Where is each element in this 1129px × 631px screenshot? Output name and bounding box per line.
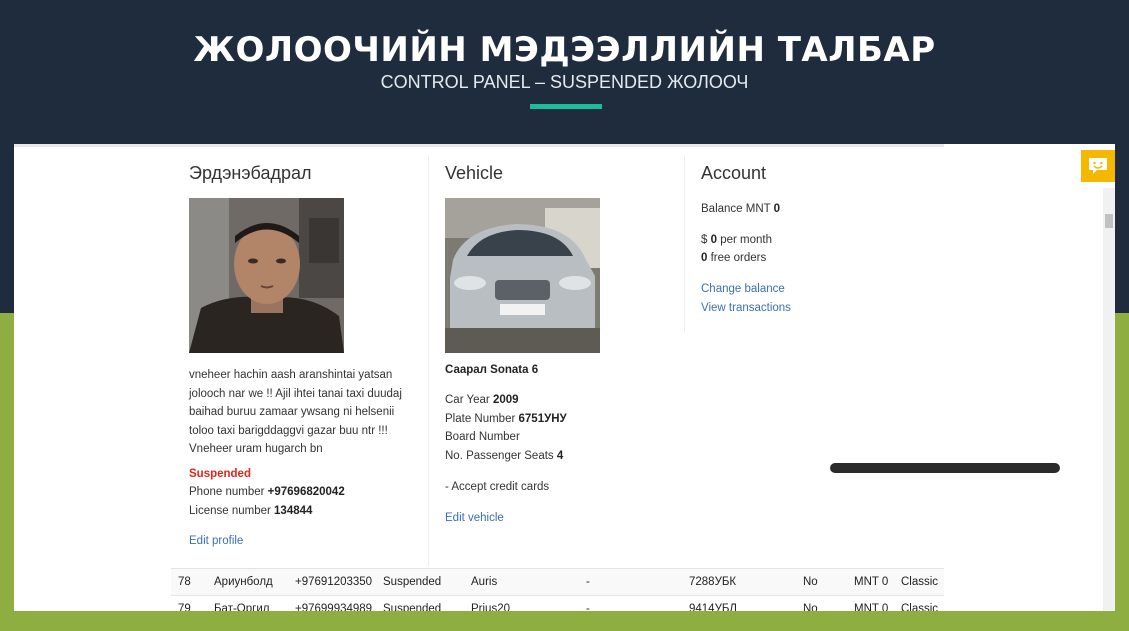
column-divider <box>428 156 429 566</box>
cell-status: Suspended <box>383 603 442 611</box>
plate-row: Plate Number 6751УНУ <box>445 413 567 425</box>
credit-cards-note: - Accept credit cards <box>445 481 550 493</box>
balance-value: 0 <box>773 203 781 215</box>
vehicle-photo <box>445 198 600 353</box>
seats-row: No. Passenger Seats 4 <box>445 450 563 462</box>
license-row: License number 134844 <box>189 505 312 517</box>
top-divider <box>14 144 944 147</box>
bio-line: vneheer hachin aash aranshintai yatsan <box>189 369 393 381</box>
status-badge: Suspended <box>189 468 251 480</box>
title-underline <box>530 104 602 109</box>
cell-status: Suspended <box>383 576 442 588</box>
seats-value: 4 <box>556 450 564 462</box>
vehicle-name: Саарал Sonata 6 <box>445 364 539 376</box>
page-subtitle: CONTROL PANEL – SUSPENDED ЖОЛООЧ <box>380 72 749 92</box>
chat-button[interactable] <box>1081 150 1115 182</box>
balance-row: Balance MNT 0 <box>701 203 780 215</box>
license-label: License number <box>189 505 271 517</box>
phone-label: Phone number <box>189 486 265 498</box>
balance-label: Balance MNT <box>701 203 771 215</box>
seats-label: No. Passenger Seats <box>445 450 554 462</box>
cell-name: Бат-Оргил <box>214 603 270 611</box>
car-year-row: Car Year 2009 <box>445 394 519 406</box>
chat-icon <box>1089 158 1107 174</box>
cell-phone: +97699934989 <box>295 603 373 611</box>
license-value: 134844 <box>274 505 313 517</box>
drivers-table: 78 Ариунболд +97691203350 Suspended Auri… <box>171 568 944 611</box>
bio-line: toloo taxi barigddaggvi gazar buu ntr !!… <box>189 424 388 437</box>
phone-row: Phone number +97696820042 <box>189 486 345 498</box>
cell-id: 79 <box>178 603 191 611</box>
board-number-label: Board Number <box>445 431 520 443</box>
driver-column: Эрдэнэбадрал vneheer hachin aash aranshi… <box>189 154 424 566</box>
car-year-value: 2009 <box>492 394 519 406</box>
cell-credit: No <box>803 576 818 588</box>
free-orders-label: free orders <box>710 252 767 264</box>
cell-balance: MNT 0 <box>854 603 889 611</box>
rate-value: 0 <box>710 234 718 246</box>
vehicle-heading: Vehicle <box>445 163 504 183</box>
cell-id: 78 <box>178 576 191 588</box>
change-balance-link[interactable]: Change balance <box>701 283 785 295</box>
edit-profile-link[interactable]: Edit profile <box>189 535 243 547</box>
cell-model: Auris <box>471 576 498 588</box>
free-orders-value: 0 <box>701 252 708 264</box>
account-heading: Account <box>701 163 767 183</box>
cell-phone: +97691203350 <box>295 576 373 588</box>
cell-credit: No <box>803 603 818 611</box>
cell-dash: - <box>586 603 590 611</box>
cell-plate: 7288УБК <box>689 576 737 588</box>
rate-prefix: $ <box>701 234 708 246</box>
edit-vehicle-link[interactable]: Edit vehicle <box>445 512 504 524</box>
table-row[interactable]: 78 Ариунболд +97691203350 Suspended Auri… <box>171 568 944 595</box>
rate-row: $ 0 per month <box>701 234 772 246</box>
cell-name: Ариунболд <box>214 576 273 588</box>
driver-name: Эрдэнэбадрал <box>189 163 312 183</box>
free-orders-row: 0 free orders <box>701 252 766 264</box>
bio-line: Vneheer uram hugarch bn <box>189 443 323 456</box>
vehicle-column: Vehicle Саарал Sonata 6 Car Year 2009 Pl… <box>445 154 685 566</box>
view-transactions-link[interactable]: View transactions <box>701 302 791 314</box>
bio-line: jolooch nar we !! Ajil ihtei tanai taxi … <box>189 387 402 400</box>
scrollbar[interactable] <box>1103 188 1115 611</box>
screenshot-panel: Эрдэнэбадрал vneheer hachin aash aranshi… <box>14 144 1115 611</box>
phone-value: +97696820042 <box>267 486 345 498</box>
car-year-label: Car Year <box>445 394 490 406</box>
page-title: ЖОЛООЧИЙН МЭДЭЭЛЛИЙН ТАЛБАР <box>193 30 936 70</box>
bio-line: baihad buruu zamaar ywsang ni helsenii <box>189 406 395 419</box>
table-row[interactable]: 79 Бат-Оргил +97699934989 Suspended Priu… <box>171 595 944 611</box>
cell-plate: 9414УБЛ <box>689 603 737 611</box>
driver-bio: vneheer hachin aash aranshintai yatsan j… <box>189 366 424 459</box>
cell-balance: MNT 0 <box>854 576 889 588</box>
plate-label: Plate Number <box>445 413 516 425</box>
cell-class: Classic <box>901 603 939 611</box>
cell-class: Classic <box>901 576 939 588</box>
cell-model: Prius20 <box>471 603 510 611</box>
driver-photo <box>189 198 344 353</box>
rate-suffix: per month <box>720 234 772 246</box>
scrollbar-thumb[interactable] <box>1105 214 1113 228</box>
floating-bar <box>830 463 1060 473</box>
cell-dash: - <box>586 576 590 588</box>
plate-value: 6751УНУ <box>518 413 567 425</box>
